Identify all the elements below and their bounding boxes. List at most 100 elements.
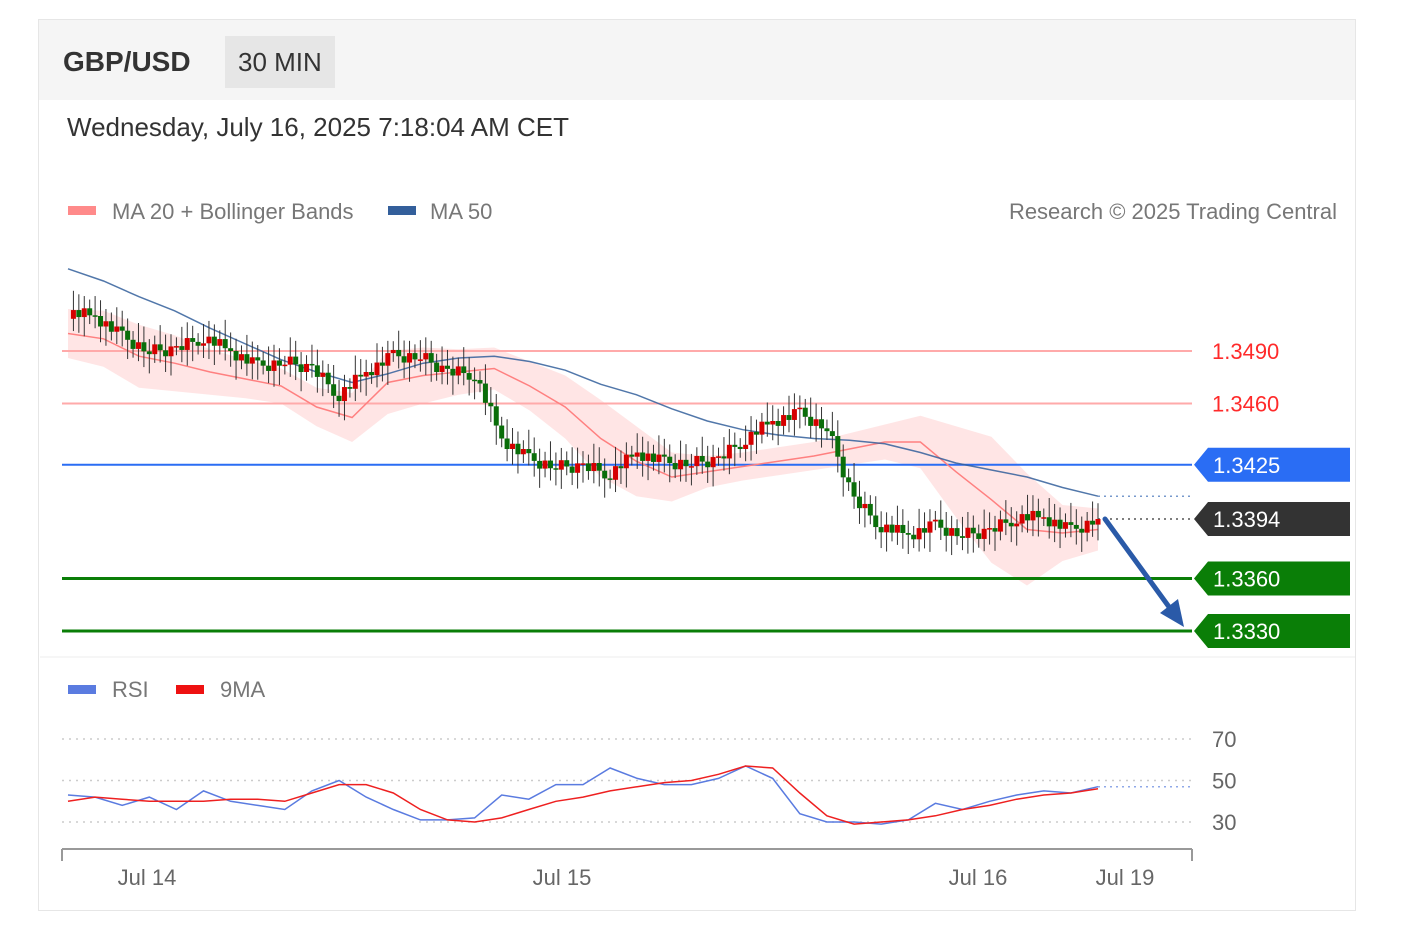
candle-body: [526, 449, 532, 454]
candle-body: [510, 443, 516, 449]
candle-body: [417, 359, 423, 361]
candle-body: [743, 444, 749, 449]
candle: [309, 344, 315, 378]
candle-body: [325, 372, 331, 385]
candle-body: [911, 534, 917, 540]
candle-body: [320, 372, 326, 377]
candle-body: [434, 362, 440, 372]
candle-body: [298, 364, 304, 372]
candle-body: [152, 344, 158, 355]
candle-body: [851, 482, 857, 497]
candle-body: [428, 353, 434, 363]
candle-body: [466, 373, 472, 380]
candle: [911, 526, 917, 549]
candle-body: [119, 326, 125, 331]
candle-body: [228, 348, 234, 351]
candle-body: [764, 421, 770, 425]
candle-body: [331, 384, 337, 396]
candle-body: [287, 356, 293, 365]
candle-body: [959, 536, 965, 538]
candle-body: [932, 519, 938, 522]
candle-body: [672, 463, 678, 470]
candle-body: [835, 436, 841, 457]
candle-body: [949, 528, 955, 536]
candle-body: [130, 339, 136, 349]
candle-body: [461, 366, 467, 374]
candle: [759, 412, 765, 444]
candle-body: [293, 356, 299, 365]
candle-body: [379, 362, 385, 366]
candle-body: [201, 343, 207, 346]
candle-body: [114, 326, 120, 332]
candle-body: [141, 342, 147, 352]
candle-body: [683, 459, 689, 467]
candle-body: [591, 463, 597, 472]
candle-body: [650, 453, 656, 462]
candle-body: [808, 416, 814, 426]
candle: [943, 512, 949, 552]
rsi-panel: 30 50 70: [62, 727, 1236, 835]
candle-body: [867, 503, 873, 516]
candle-body: [699, 456, 705, 462]
candle-body: [613, 466, 619, 480]
candle-body: [813, 419, 819, 426]
x-tick-label: Jul 16: [949, 865, 1008, 890]
candle-body: [211, 336, 217, 346]
candle: [531, 437, 537, 477]
candle-body: [493, 406, 499, 426]
rsi-line: [67, 765, 1099, 825]
candle-body: [553, 468, 559, 470]
candle-body: [922, 528, 928, 533]
candle-body: [954, 528, 960, 537]
candle-body: [190, 338, 196, 342]
candle: [900, 509, 906, 549]
candle-body: [629, 454, 635, 457]
ma20-legend-label: MA 20 + Bollinger Bands: [112, 199, 354, 224]
candle-body: [157, 344, 163, 351]
candle-body: [878, 527, 884, 533]
candle-body: [255, 357, 261, 361]
candle-body: [423, 353, 429, 360]
candle-body: [694, 456, 700, 467]
candle-body: [1041, 517, 1047, 519]
candle-body: [558, 460, 564, 470]
candle-body: [634, 452, 640, 457]
candle-body: [504, 438, 510, 449]
candle: [520, 440, 526, 463]
candle-body: [710, 457, 716, 468]
candle: [884, 512, 890, 552]
candle-body: [238, 354, 244, 361]
candle-body: [905, 533, 911, 535]
candle-body: [1003, 519, 1009, 523]
candle-body: [146, 351, 152, 355]
rsi-tick-70: 70: [1212, 727, 1236, 752]
chart-canvas: MA 20 + Bollinger Bands MA 50 Research ©…: [40, 199, 1355, 890]
candle-body: [1035, 510, 1041, 518]
candle: [791, 393, 797, 436]
ma20-legend-swatch: [68, 206, 96, 215]
candle-body: [412, 353, 418, 360]
candle-body: [488, 402, 494, 407]
candle: [293, 340, 299, 381]
candle-body: [531, 453, 537, 461]
candle-body: [222, 339, 228, 349]
candle-body: [602, 470, 608, 479]
candle-body: [520, 449, 526, 455]
candle-body: [108, 321, 114, 332]
candle-body: [705, 461, 711, 468]
candle-body: [884, 524, 890, 533]
candle: [775, 408, 781, 446]
candle-body: [1025, 514, 1031, 521]
candle-body: [542, 460, 548, 469]
candle-body: [770, 421, 776, 425]
candle: [922, 512, 928, 549]
candle: [564, 451, 570, 476]
candle-body: [195, 341, 201, 346]
candle-body: [439, 365, 445, 372]
candle: [846, 468, 852, 491]
rsi-ma-legend-label: 9MA: [220, 677, 266, 702]
candle: [878, 511, 884, 549]
candle-body: [515, 443, 521, 455]
level-tag-1.3394: 1.3394: [1194, 502, 1350, 536]
candle: [786, 395, 792, 433]
